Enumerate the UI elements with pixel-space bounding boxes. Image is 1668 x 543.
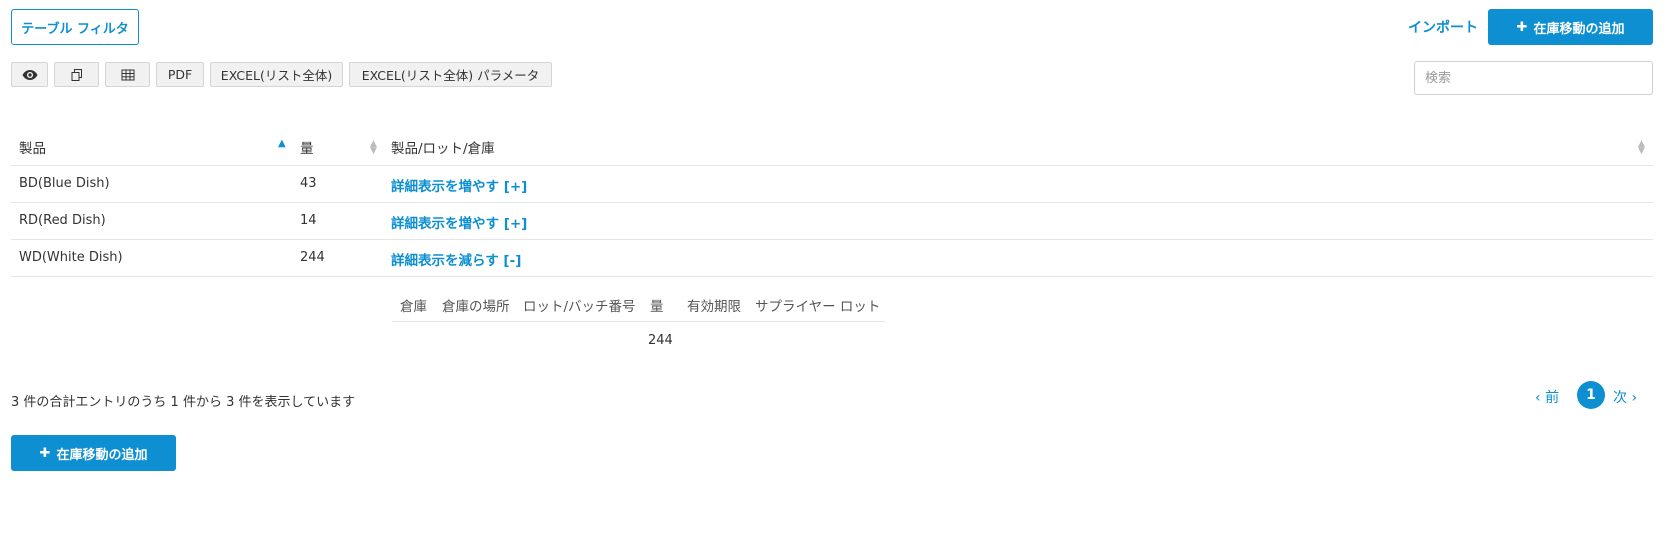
- previous-page-label: 前: [1545, 390, 1560, 406]
- search-input[interactable]: [1414, 61, 1653, 95]
- table-filter-button[interactable]: テーブル フィルタ: [11, 9, 139, 45]
- table-cell-quantity: 14: [300, 213, 317, 228]
- import-link[interactable]: インポート: [1408, 17, 1478, 37]
- table-cell-product: RD(Red Dish): [19, 213, 106, 228]
- copy-icon: [71, 68, 82, 81]
- add-stock-move-button-top[interactable]: ✚ 在庫移動の追加: [1488, 9, 1653, 45]
- plus-icon: ✚: [1516, 19, 1528, 35]
- plus-icon: ✚: [39, 445, 51, 461]
- detail-header-lot-batch-number: ロット/バッチ番号: [523, 299, 636, 315]
- table-cell-product: BD(Blue Dish): [19, 176, 110, 191]
- table-divider: [11, 276, 1653, 277]
- page-number-current[interactable]: 1: [1577, 381, 1605, 409]
- table-cell-quantity: 43: [300, 176, 317, 191]
- table-icon: [121, 69, 134, 80]
- detail-cell-quantity: 244: [648, 333, 673, 348]
- column-header-product[interactable]: 製品: [19, 137, 46, 157]
- column-header-quantity[interactable]: 量: [300, 137, 314, 157]
- sort-icon[interactable]: ▲ ▼: [370, 140, 377, 156]
- detail-header-warehouse: 倉庫: [400, 299, 427, 315]
- detail-header-quantity: 量: [650, 299, 664, 315]
- add-stock-move-label: 在庫移動の追加: [56, 447, 148, 463]
- excel-all-button[interactable]: EXCEL(リスト全体): [210, 62, 343, 87]
- previous-page-button[interactable]: ‹ 前: [1535, 387, 1559, 407]
- add-stock-move-label: 在庫移動の追加: [1533, 21, 1625, 37]
- pagination-info: 3 件の合計エントリのうち 1 件から 3 件を表示しています: [11, 395, 356, 410]
- detail-header-supplier-lot: サプライヤー ロット: [755, 299, 881, 315]
- show-fewer-details-link[interactable]: 詳細表示を減らす [-]: [391, 249, 521, 269]
- show-more-details-link[interactable]: 詳細表示を増やす [+]: [391, 212, 527, 232]
- table-divider: [11, 165, 1653, 166]
- add-stock-move-button-bottom[interactable]: ✚ 在庫移動の追加: [11, 435, 176, 471]
- detail-header-warehouse-location: 倉庫の場所: [442, 299, 510, 315]
- table-cell-quantity: 244: [300, 250, 325, 265]
- detail-header-expiry-date: 有効期限: [687, 299, 741, 315]
- table-divider: [11, 239, 1653, 240]
- copy-button[interactable]: [54, 62, 99, 87]
- chevron-left-icon: ‹: [1535, 390, 1541, 406]
- next-page-label: 次: [1613, 390, 1627, 406]
- eye-icon: [22, 69, 37, 80]
- sort-icon[interactable]: ▲ ▼: [1638, 140, 1645, 156]
- chevron-right-icon: ›: [1631, 390, 1638, 406]
- sort-ascending-icon[interactable]: ▲: [278, 138, 286, 149]
- column-header-product-lot-warehouse[interactable]: 製品/ロット/倉庫: [391, 137, 495, 157]
- csv-button[interactable]: [105, 62, 150, 87]
- show-more-details-link[interactable]: 詳細表示を増やす [+]: [391, 175, 527, 195]
- detail-divider: [392, 321, 885, 322]
- table-cell-product: WD(White Dish): [19, 250, 123, 265]
- pdf-button[interactable]: PDF: [156, 62, 204, 87]
- excel-all-params-button[interactable]: EXCEL(リスト全体) パラメータ: [349, 62, 552, 87]
- table-divider: [11, 202, 1653, 203]
- column-visibility-button[interactable]: [11, 62, 48, 87]
- next-page-button[interactable]: 次 ›: [1613, 387, 1637, 407]
